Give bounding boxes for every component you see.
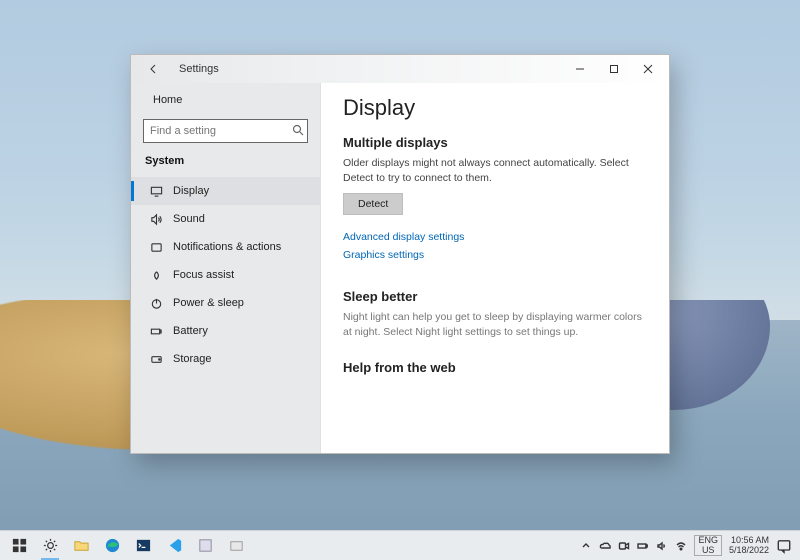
focus-icon [149,268,163,282]
tray-language[interactable]: ENG US [694,535,722,557]
power-icon [149,296,163,310]
sidebar-item-label: Battery [173,325,208,337]
tray-wifi-icon[interactable] [675,540,687,552]
notification-icon [776,538,792,554]
tray-onedrive-icon[interactable] [599,540,611,552]
search-input[interactable] [150,125,292,137]
app-icon [197,537,214,554]
taskbar-vscode[interactable] [159,532,189,560]
sidebar-home-label: Home [153,94,182,106]
edge-icon [104,537,121,554]
sidebar-item-focus[interactable]: Focus assist [131,261,320,289]
window-title: Settings [179,63,219,75]
detect-button[interactable]: Detect [343,193,403,215]
sidebar-nav: Display Sound Notifications & actions Fo… [131,177,320,373]
minimize-button[interactable] [563,58,597,80]
storage-icon [149,352,163,366]
sidebar-item-notifications[interactable]: Notifications & actions [131,233,320,261]
taskbar-app-1[interactable] [190,532,220,560]
taskbar-app-2[interactable] [221,532,251,560]
start-button[interactable] [4,532,34,560]
tray-notifications[interactable] [776,538,792,554]
sidebar-item-display[interactable]: Display [131,177,320,205]
display-icon [149,184,163,198]
sidebar-item-label: Focus assist [173,269,234,281]
taskbar-explorer[interactable] [66,532,96,560]
windows-icon [11,537,28,554]
taskbar: ENG US 10:56 AM 5/18/2022 [0,530,800,560]
gear-icon [42,537,59,554]
sidebar-item-sound[interactable]: Sound [131,205,320,233]
clock-date: 5/18/2022 [729,546,769,555]
sidebar-category: System [131,149,320,177]
tray-clock[interactable]: 10:56 AM 5/18/2022 [729,536,769,555]
sidebar-item-label: Sound [173,213,205,225]
sound-icon [149,212,163,226]
tray-chevron-icon[interactable] [580,540,592,552]
search-icon [292,124,304,139]
advanced-display-link[interactable]: Advanced display settings [343,231,647,243]
graphics-settings-link[interactable]: Graphics settings [343,249,647,261]
sleep-better-desc: Night light can help you get to sleep by… [343,310,647,339]
sidebar: Home System Display Sound Notifications [131,83,321,453]
back-button[interactable] [137,58,171,80]
sidebar-item-battery[interactable]: Battery [131,317,320,345]
help-web-heading: Help from the web [343,360,647,375]
battery-icon [149,324,163,338]
taskbar-terminal[interactable] [128,532,158,560]
sidebar-item-storage[interactable]: Storage [131,345,320,373]
notifications-icon [149,240,163,254]
sidebar-item-power[interactable]: Power & sleep [131,289,320,317]
page-title: Display [343,95,647,121]
terminal-icon [135,537,152,554]
multiple-displays-desc: Older displays might not always connect … [343,156,633,185]
sidebar-item-label: Storage [173,353,212,365]
lang-region: US [698,546,718,556]
vscode-icon [166,537,183,554]
multiple-displays-heading: Multiple displays [343,135,647,150]
taskbar-settings[interactable] [35,532,65,560]
sidebar-item-label: Power & sleep [173,297,244,309]
tray-meet-icon[interactable] [618,540,630,552]
settings-window: Settings Home System Display [130,54,670,454]
sidebar-home[interactable]: Home [131,89,320,111]
folder-icon [73,537,90,554]
taskbar-edge[interactable] [97,532,127,560]
sleep-better-heading: Sleep better [343,289,647,304]
content-pane: Display Multiple displays Older displays… [321,83,669,453]
titlebar: Settings [131,55,669,83]
tray-volume-icon[interactable] [656,540,668,552]
sidebar-item-label: Notifications & actions [173,241,281,253]
close-button[interactable] [631,58,665,80]
maximize-button[interactable] [597,58,631,80]
app-icon [228,537,245,554]
sidebar-item-label: Display [173,185,209,197]
search-box[interactable] [143,119,308,143]
tray-battery-icon[interactable] [637,540,649,552]
